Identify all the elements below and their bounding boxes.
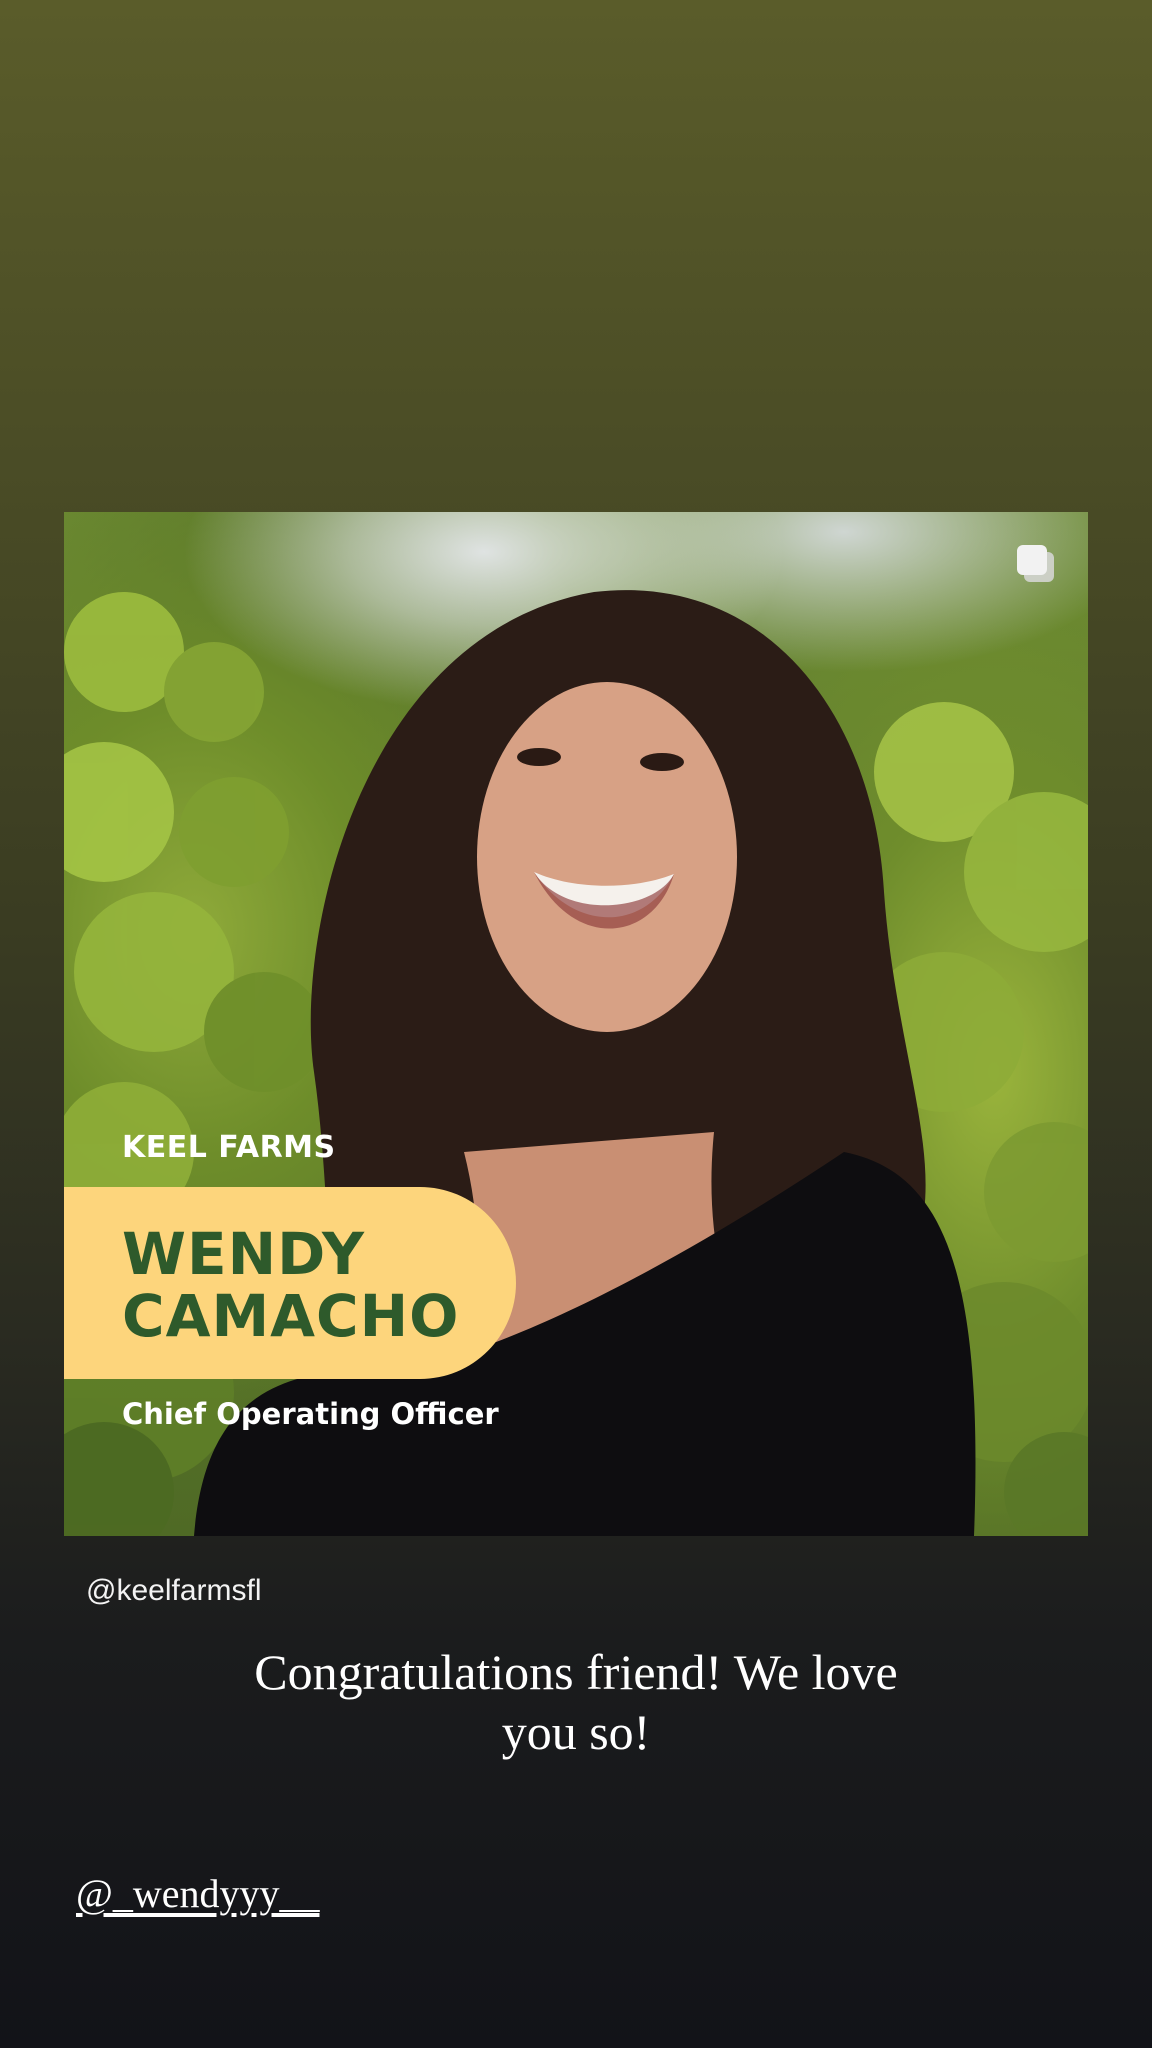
name-badge: WENDY CAMACHO xyxy=(64,1187,516,1379)
person-first-name: WENDY xyxy=(122,1220,366,1288)
role-title: Chief Operating Officer xyxy=(122,1397,499,1431)
story-caption: Congratulations friend! We love you so! xyxy=(254,1644,898,1760)
multiple-images-icon xyxy=(1017,545,1054,582)
person-last-name: CAMACHO xyxy=(122,1282,460,1350)
person-name: WENDY CAMACHO xyxy=(122,1223,459,1347)
post-author-handle[interactable]: @keelfarmsfl xyxy=(86,1574,262,1608)
mention-sticker[interactable]: @_wendyyy__ xyxy=(76,1870,319,1917)
brand-label: KEEL FARMS xyxy=(122,1130,336,1165)
post-photo xyxy=(64,590,1088,1536)
shared-post-card[interactable]: KEEL FARMS WENDY CAMACHO Chief Operating… xyxy=(64,512,1088,1536)
